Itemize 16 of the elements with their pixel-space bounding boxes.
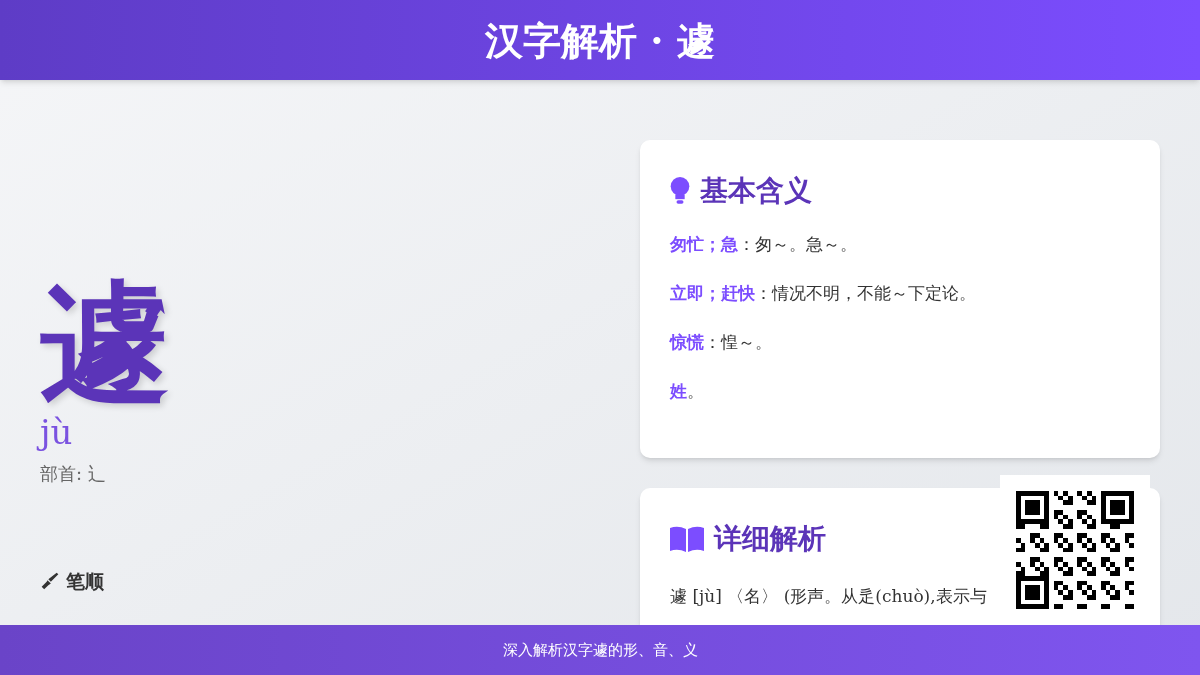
qr-code-icon xyxy=(1016,491,1134,609)
card-title: 详细解析 xyxy=(714,521,826,557)
radical-label: 部首: 辶 xyxy=(40,462,106,486)
pen-icon xyxy=(40,571,60,592)
page-title: 汉字解析 · 遽 xyxy=(485,16,715,65)
meaning-item: 惊慌：惶～。 xyxy=(670,331,772,354)
book-icon xyxy=(670,526,704,552)
card-title: 基本含义 xyxy=(700,173,812,209)
meaning-item: 立即；赶快：情况不明，不能～下定论。 xyxy=(670,282,976,305)
detail-text: 遽 [jù] 〈名〉 (形声。从辵(chuò),表示与 xyxy=(670,585,987,608)
section-title: 笔顺 xyxy=(66,569,104,594)
lightbulb-icon xyxy=(670,177,690,205)
footer-text: 深入解析汉字遽的形、音、义 xyxy=(502,639,698,661)
meaning-item: 姓。 xyxy=(670,380,704,403)
large-character: 遽 xyxy=(40,272,170,412)
meaning-item: 匆忙；急：匆～。急～。 xyxy=(670,233,857,256)
